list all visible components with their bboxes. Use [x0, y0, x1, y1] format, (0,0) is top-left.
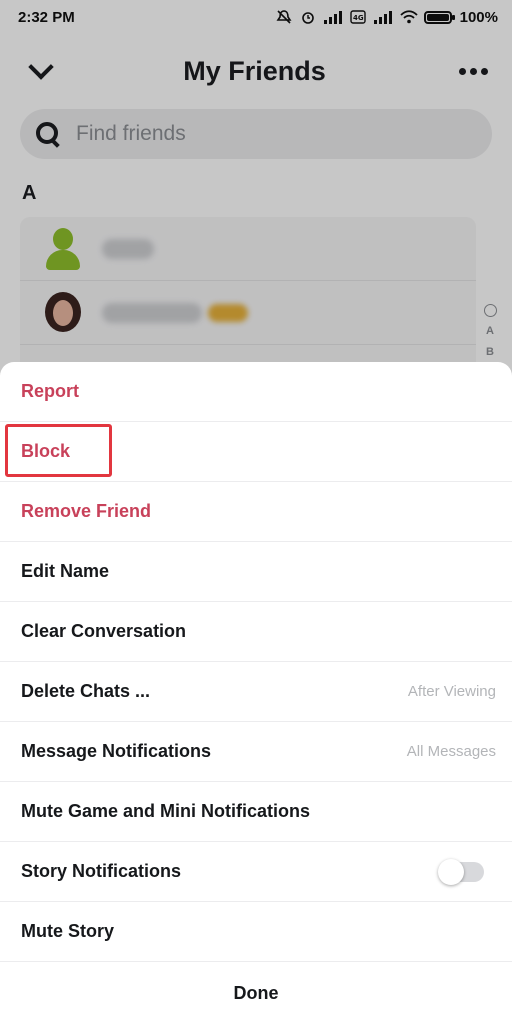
menu-item-label: Remove Friend [21, 501, 152, 521]
story-notifications-toggle[interactable] [438, 858, 484, 885]
clear-conversation-button[interactable]: Clear Conversation [0, 602, 512, 662]
menu-item-label: Mute Game and Mini Notifications [21, 801, 311, 821]
remove-friend-button[interactable]: Remove Friend [0, 482, 512, 542]
story-notifications-row: Story Notifications [0, 842, 512, 902]
block-highlight-box [5, 424, 112, 477]
menu-item-label: Edit Name [21, 561, 110, 581]
delete-chats-button[interactable]: Delete Chats ... After Viewing [0, 662, 512, 722]
menu-item-value: After Viewing [407, 683, 496, 700]
toggle-knob [438, 858, 464, 885]
menu-item-label: Delete Chats ... [21, 681, 151, 701]
mute-game-notifications-button[interactable]: Mute Game and Mini Notifications [0, 782, 512, 842]
mute-story-button[interactable]: Mute Story [0, 902, 512, 962]
menu-item-label: Clear Conversation [21, 621, 187, 641]
done-button[interactable]: Done [0, 962, 512, 1024]
menu-item-label: Report [21, 381, 79, 401]
edit-name-button[interactable]: Edit Name [0, 542, 512, 602]
message-notifications-button[interactable]: Message Notifications All Messages [0, 722, 512, 782]
menu-item-value: All Messages [406, 743, 496, 760]
menu-item-label: Message Notifications [21, 741, 212, 761]
report-button[interactable]: Report [0, 362, 512, 422]
menu-item-label: Story Notifications [21, 861, 182, 881]
done-label: Done [233, 982, 279, 1003]
menu-item-label: Mute Story [21, 921, 115, 941]
